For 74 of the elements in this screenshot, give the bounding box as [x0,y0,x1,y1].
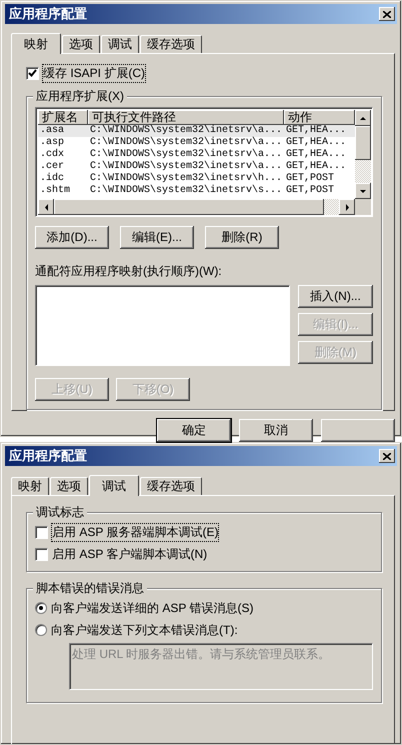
scroll-left-button[interactable] [38,199,54,215]
tab[interactable]: 映射 [11,477,49,495]
table-cell-text: GET,POST [285,185,336,197]
table-cell-text: C:\WINDOWS\system32\inetsrv\a... [89,149,284,160]
column-header[interactable]: 可执行文件路径 [88,110,284,125]
scroll-thumb[interactable] [355,126,371,160]
radio-label[interactable]: 向客户端发送详细的 ASP 错误消息(S) [51,600,254,616]
table-cell-text: GET,HEA... [285,161,348,173]
dialog-button[interactable]: 插入(N)... [298,285,373,308]
table-cell-text: C:\WINDOWS\system32\inetsrv\a... [89,161,284,172]
wildcard-label: 通配符应用程序映射(执行顺序)(W): [35,263,223,280]
table-row[interactable]: .idc C:\WINDOWS\system32\inetsrv\h... GET,POST [38,173,355,185]
tab[interactable]: 缓存选项 [140,35,202,53]
table-cell-text: .idc [39,173,66,184]
table-row[interactable]: .cer C:\WINDOWS\system32\inetsrv\a... GET,HEA... [38,161,355,173]
table-row[interactable]: .asp C:\WINDOWS\system32\inetsrv\a... GET,HEA... [38,137,355,149]
checkbox[interactable] [26,66,39,80]
checkbox-label[interactable]: 启用 ASP 客户端脚本调试(N) [52,546,208,562]
table-row[interactable]: .cdx C:\WINDOWS\system32\inetsrv\a... GET,HEA... [38,149,355,161]
tab[interactable]: 映射 [11,33,61,54]
scrollbar-corner [355,199,371,215]
arrow-down-icon [359,188,367,194]
scroll-up-button[interactable] [355,110,371,126]
table-cell-text: .cer [39,161,66,172]
group-title: 脚本错误的错误消息 [33,580,147,597]
tab[interactable]: 选项 [50,477,88,495]
arrow-left-icon [44,204,48,210]
tab[interactable]: 调试 [101,35,139,53]
table-cell-text: .asa [39,125,66,137]
dialog-button[interactable]: 添加(D)... [35,226,109,249]
column-header[interactable]: 动作 [284,110,355,125]
vertical-scrollbar[interactable] [355,110,371,199]
window-title: 应用程序配置 [9,447,87,465]
dialog-button[interactable]: 取消 [239,419,313,442]
window-title: 应用程序配置 [9,5,87,23]
close-button[interactable] [379,7,395,21]
table-cell-text: .shtm [39,185,72,197]
radio-button[interactable] [35,602,47,614]
wildcard-list[interactable] [35,285,290,366]
checkbox-label[interactable]: 启用 ASP 服务器端脚本调试(E) [52,524,218,540]
tab[interactable]: 调试 [89,475,139,496]
dialog-button[interactable]: 编辑(E)... [120,226,194,249]
table-cell-text: GET,HEA... [285,137,348,149]
radio-button[interactable] [35,624,47,636]
table-cell-text: C:\WINDOWS\system32\inetsrv\a... [89,125,284,136]
tab[interactable]: 缓存选项 [140,477,202,495]
arrow-right-icon [344,204,350,210]
table-cell-text: C:\WINDOWS\system32\inetsrv\s... [89,185,284,197]
close-icon [383,452,391,460]
table-cell-text: GET,HEA... [285,149,348,161]
dialog-button[interactable] [321,419,395,442]
scroll-right-button[interactable] [339,199,355,215]
table-cell-text: C:\WINDOWS\system32\inetsrv\h... [89,173,284,184]
dialog-button[interactable]: 删除(R) [205,226,279,249]
table-cell-text: GET,POST [285,173,336,185]
table-row[interactable]: .asa C:\WINDOWS\system32\inetsrv\a... GET,HEA... [38,125,355,137]
checkbox-label[interactable]: 缓存 ISAPI 扩展(C) [43,64,146,82]
tab[interactable]: 选项 [62,35,100,53]
checkbox[interactable] [35,548,48,560]
table-cell-text: .cdx [39,149,66,161]
close-button[interactable] [379,449,395,463]
table-cell-text: GET,HEA... [285,125,348,137]
table-cell-text: C:\WINDOWS\system32\inetsrv\a... [89,137,284,148]
arrow-up-icon [359,116,367,120]
column-header[interactable]: 扩展名 [38,110,88,125]
dialog-button[interactable]: 确定 [157,419,231,442]
group-title: 应用程序扩展(X) [33,88,127,105]
group-title: 调试标志 [33,504,87,521]
table-cell-text: .asp [39,137,66,148]
radio-label[interactable]: 向客户端发送下列文本错误消息(T): [51,622,238,638]
scroll-down-button[interactable] [355,183,371,199]
close-icon [383,10,391,18]
table-row[interactable]: .shtm C:\WINDOWS\system32\inetsrv\s... GET,POST [38,185,355,197]
checkbox[interactable] [35,526,48,538]
